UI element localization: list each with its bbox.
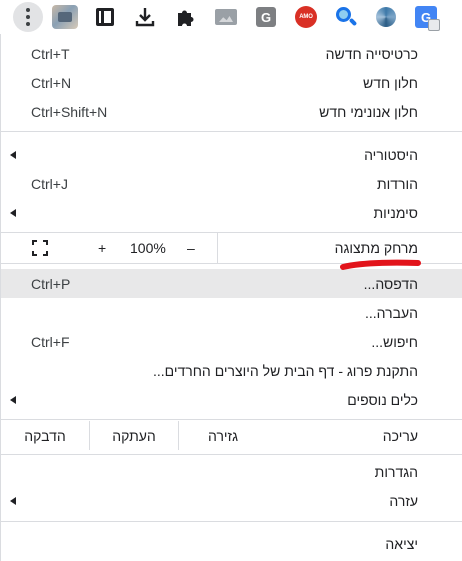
history-label: היסטוריה	[364, 146, 418, 163]
zoom-level: 100%	[130, 240, 166, 256]
submenu-arrow-icon	[10, 208, 16, 217]
fullscreen-icon[interactable]	[32, 240, 48, 256]
cut-button[interactable]: גזירה	[178, 421, 267, 450]
settings-label: הגדרות	[374, 463, 418, 480]
browser-toolbar: G AMO G	[0, 0, 462, 34]
submenu-arrow-icon	[10, 150, 16, 159]
menu-item-new-incognito[interactable]: חלון אנונימי חדש Ctrl+Shift+N	[1, 97, 462, 126]
menu-item-exit[interactable]: יציאה	[1, 529, 462, 558]
menu-item-new-window[interactable]: חלון חדש Ctrl+N	[1, 68, 462, 97]
swirl-extension-icon[interactable]	[372, 3, 400, 31]
g-extension-letter: G	[256, 7, 276, 27]
menu-item-install-app[interactable]: התקנת פרוג - דף הבית של היוצרים החרדים..…	[1, 356, 462, 385]
google-translate-icon[interactable]: G	[412, 3, 440, 31]
find-shortcut: Ctrl+F	[31, 333, 70, 350]
menu-separator	[1, 419, 462, 420]
copy-button[interactable]: העתקה	[89, 421, 178, 450]
menu-separator	[1, 454, 462, 455]
translate-letter: G	[415, 6, 440, 31]
g-extension-icon[interactable]: G	[252, 3, 280, 31]
submenu-arrow-icon	[10, 395, 16, 404]
edit-row: עריכה גזירה העתקה הדבקה	[1, 421, 462, 450]
bookmarks-label: סימניות	[373, 204, 418, 221]
menu-item-settings[interactable]: הגדרות	[1, 457, 462, 486]
new-tab-label: כרטיסייה חדשה	[325, 45, 418, 62]
find-label: חיפוש...	[371, 333, 418, 350]
menu-item-bookmarks[interactable]: סימניות	[1, 198, 462, 227]
install-app-label: התקנת פרוג - דף הבית של היוצרים החרדים..…	[152, 362, 418, 379]
image-extension-icon[interactable]	[212, 3, 240, 31]
menu-item-new-tab[interactable]: כרטיסייה חדשה Ctrl+T	[1, 39, 462, 68]
edit-label: עריכה	[382, 427, 418, 444]
downloads-label: הורדות	[376, 175, 418, 192]
chrome-main-menu: כרטיסייה חדשה Ctrl+T חלון חדש Ctrl+N חלו…	[0, 34, 462, 561]
more-tools-label: כלים נוספים	[347, 391, 418, 408]
menu-item-find[interactable]: חיפוש... Ctrl+F	[1, 327, 462, 356]
print-shortcut: Ctrl+P	[31, 275, 71, 292]
print-label: הדפסה...	[363, 275, 418, 292]
zoom-label: מרחק מתצוגה	[334, 240, 418, 256]
zoom-out-button[interactable]: –	[187, 240, 195, 256]
side-panel-icon[interactable]	[91, 3, 119, 31]
zoom-in-button[interactable]: +	[98, 240, 106, 256]
new-incognito-shortcut: Ctrl+Shift+N	[31, 103, 108, 120]
new-window-label: חלון חדש	[363, 74, 418, 91]
menu-item-more-tools[interactable]: כלים נוספים	[1, 385, 462, 414]
menu-item-cast[interactable]: העברה...	[1, 298, 462, 327]
new-window-shortcut: Ctrl+N	[31, 74, 72, 91]
menu-separator	[1, 131, 462, 132]
exit-label: יציאה	[385, 535, 418, 552]
paste-button[interactable]: הדבקה	[1, 421, 89, 450]
download-icon[interactable]	[131, 3, 159, 31]
extensions-puzzle-icon[interactable]	[171, 3, 199, 31]
zoom-divider	[217, 233, 218, 263]
help-label: עזרה	[389, 492, 418, 509]
submenu-arrow-icon	[10, 496, 16, 505]
red-badge-extension-icon[interactable]: AMO	[292, 3, 320, 31]
new-incognito-label: חלון אנונימי חדש	[319, 103, 418, 120]
menu-item-print[interactable]: הדפסה... Ctrl+P	[1, 269, 462, 298]
more-vert-icon[interactable]	[13, 2, 43, 32]
lens-extension-icon[interactable]	[332, 3, 360, 31]
menu-item-history[interactable]: היסטוריה	[1, 140, 462, 169]
menu-item-help[interactable]: עזרה	[1, 486, 462, 515]
menu-item-downloads[interactable]: הורדות Ctrl+J	[1, 169, 462, 198]
menu-separator	[1, 521, 462, 522]
red-underline-annotation	[340, 259, 421, 270]
downloads-shortcut: Ctrl+J	[31, 175, 68, 192]
red-badge-text: AMO	[295, 6, 317, 28]
profile-avatar-icon[interactable]	[51, 3, 79, 31]
new-tab-shortcut: Ctrl+T	[31, 45, 70, 62]
cast-label: העברה...	[365, 304, 418, 321]
